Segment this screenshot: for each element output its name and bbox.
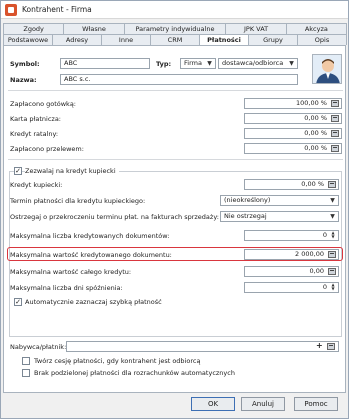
tab-akcyza[interactable]: Akcyza bbox=[285, 23, 347, 34]
nazwa-field[interactable]: ABC s.c. bbox=[60, 74, 298, 85]
tab-row-bottom: Podstawowe Adresy Inne CRM Płatności Gru… bbox=[3, 34, 347, 46]
max-days-field[interactable]: 0 ▲ ▼ bbox=[244, 282, 339, 293]
tab-adresy[interactable]: Adresy bbox=[52, 34, 102, 45]
typ-select[interactable]: Firma ▼ bbox=[180, 58, 216, 69]
tab-opis[interactable]: Opis bbox=[297, 34, 347, 45]
tab-inne[interactable]: Inne bbox=[101, 34, 151, 45]
calculator-icon[interactable] bbox=[328, 251, 336, 258]
payment-cash-label: Zapłacono gotówką: bbox=[10, 100, 76, 108]
enable-credit-checkbox[interactable]: ✓ bbox=[14, 167, 22, 175]
max-total-label: Maksymalna wartość całego kredytu: bbox=[10, 268, 132, 276]
max-docs-label: Maksymalna liczba kredytowanych dokument… bbox=[10, 232, 170, 240]
symbol-label: Symbol: bbox=[10, 60, 40, 68]
window-title: Kontrahent - Firma bbox=[22, 5, 92, 14]
max-doc-value-label: Maksymalna wartość kredytowanego dokumen… bbox=[10, 251, 172, 259]
calculator-icon[interactable] bbox=[327, 343, 335, 350]
max-total-field[interactable]: 0,00 bbox=[244, 266, 339, 277]
typ-label: Typ: bbox=[156, 60, 172, 68]
payments-panel: Symbol: ABC Typ: Firma ▼ dostawca/odbiorc… bbox=[3, 45, 346, 393]
title-bar: Kontrahent - Firma bbox=[1, 1, 348, 19]
max-docs-field[interactable]: 0 ▲ ▼ bbox=[244, 230, 339, 241]
spinner-icon[interactable]: ▲ ▼ bbox=[329, 231, 337, 240]
help-button[interactable]: Pomoc bbox=[294, 397, 338, 411]
calculator-icon[interactable] bbox=[331, 115, 339, 122]
payments-separator bbox=[8, 159, 343, 160]
spinner-icon[interactable]: ▲ ▼ bbox=[329, 283, 337, 292]
cancel-button[interactable]: Anuluj bbox=[241, 397, 285, 411]
calculator-icon[interactable] bbox=[331, 145, 339, 152]
tab-parametry-indywidualne[interactable]: Parametry indywidualne bbox=[123, 23, 227, 34]
warn-overdue-label: Ostrzegaj o przekroczeniu terminu płat. … bbox=[10, 213, 219, 221]
payment-cash-value: 100,00 % bbox=[296, 99, 327, 107]
max-doc-value-value: 2 000,00 bbox=[295, 250, 324, 258]
payer-label: Nabywca/płatnik: bbox=[10, 343, 67, 351]
typ-value: Firma bbox=[184, 59, 202, 67]
payment-transfer-value: 0,00 % bbox=[304, 144, 327, 152]
tab-jpk-vat[interactable]: JPK VAT bbox=[225, 23, 287, 34]
calculator-icon[interactable] bbox=[328, 181, 336, 188]
create-cession-label: Twórz cesję płatności, gdy kontrahent je… bbox=[34, 357, 201, 365]
typ2-select[interactable]: dostawca/odbiorca ▼ bbox=[218, 58, 298, 69]
no-split-payment-checkbox[interactable] bbox=[22, 369, 30, 377]
typ2-value: dostawca/odbiorca bbox=[222, 59, 284, 67]
app-icon bbox=[5, 4, 17, 16]
payment-installment-field[interactable]: 0,00 % bbox=[244, 128, 342, 139]
warn-overdue-value: Nie ostrzegaj bbox=[224, 212, 267, 220]
payer-field[interactable] bbox=[66, 341, 339, 352]
credit-term-value: (nieokreślony) bbox=[224, 196, 271, 204]
avatar bbox=[312, 54, 342, 84]
max-doc-value-field[interactable]: 2 000,00 bbox=[244, 249, 339, 260]
chevron-down-icon: ▼ bbox=[207, 60, 212, 67]
payment-installment-label: Kredyt ratalny: bbox=[10, 130, 59, 138]
no-split-payment-label: Brak podzielonej płatności dla rozrachun… bbox=[34, 369, 235, 377]
credit-term-select[interactable]: (nieokreślony) ▼ bbox=[220, 195, 339, 206]
max-days-value: 0 bbox=[322, 283, 327, 291]
payment-card-value: 0,00 % bbox=[304, 114, 327, 122]
tab-grupy[interactable]: Grupy bbox=[248, 34, 298, 45]
symbol-field[interactable]: ABC bbox=[60, 58, 150, 69]
payment-installment-value: 0,00 % bbox=[304, 129, 327, 137]
credit-term-label: Termin płatności dla kredytu kupieckiego… bbox=[10, 197, 146, 205]
auto-quick-payment-checkbox[interactable]: ✓ bbox=[14, 298, 22, 306]
add-icon[interactable]: + bbox=[316, 341, 323, 350]
max-days-label: Maksymalna liczba dni spóźnienia: bbox=[10, 284, 123, 292]
chevron-down-icon: ▼ bbox=[330, 197, 335, 204]
ok-button[interactable]: OK bbox=[191, 397, 235, 411]
create-cession-checkbox[interactable] bbox=[22, 357, 30, 365]
credit-limit-label: Kredyt kupiecki: bbox=[10, 181, 63, 189]
max-docs-value: 0 bbox=[322, 231, 327, 239]
credit-limit-value: 0,00 % bbox=[301, 180, 324, 188]
calculator-icon[interactable] bbox=[331, 130, 339, 137]
calculator-icon[interactable] bbox=[328, 268, 336, 275]
calculator-icon[interactable] bbox=[331, 100, 339, 107]
tab-podstawowe[interactable]: Podstawowe bbox=[3, 34, 53, 45]
chevron-down-icon: ▼ bbox=[289, 60, 294, 67]
chevron-down-icon: ▼ bbox=[330, 213, 335, 220]
tab-zgody[interactable]: Zgody bbox=[3, 23, 65, 34]
max-total-value: 0,00 bbox=[309, 267, 324, 275]
payment-transfer-field[interactable]: 0,00 % bbox=[244, 143, 342, 154]
warn-overdue-select[interactable]: Nie ostrzegaj ▼ bbox=[220, 211, 339, 222]
tab-row-top: Zgody Własne Parametry indywidualne JPK … bbox=[3, 23, 347, 34]
payment-transfer-label: Zapłacono przelewem: bbox=[10, 145, 84, 153]
dialog-window: Kontrahent - Firma Zgody Własne Parametr… bbox=[0, 0, 349, 419]
auto-quick-payment-label: Automatycznie zaznaczaj szybką płatność bbox=[25, 298, 162, 306]
tab-crm[interactable]: CRM bbox=[150, 34, 200, 45]
tab-wlasne[interactable]: Własne bbox=[63, 23, 125, 34]
payment-cash-field[interactable]: 100,00 % bbox=[244, 98, 342, 109]
payment-card-field[interactable]: 0,00 % bbox=[244, 113, 342, 124]
credit-limit-field[interactable]: 0,00 % bbox=[244, 179, 339, 190]
payment-card-label: Karta płatnicza: bbox=[10, 115, 61, 123]
nazwa-label: Nazwa: bbox=[10, 76, 37, 84]
header-separator bbox=[8, 90, 343, 91]
enable-credit-label: Zezwalaj na kredyt kupiecki bbox=[25, 167, 119, 175]
